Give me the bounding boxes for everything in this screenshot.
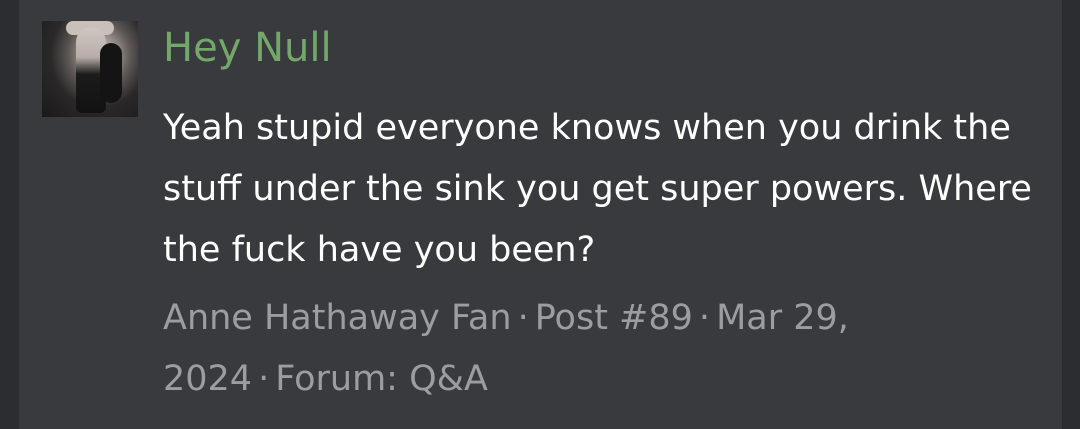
meta-user-link[interactable]: Anne Hathaway Fan <box>163 298 512 338</box>
meta-separator: · <box>517 298 529 338</box>
meta-forum-link[interactable]: Forum: Q&A <box>275 359 488 399</box>
avatar-image-hair <box>100 43 122 103</box>
meta-separator: · <box>698 298 711 338</box>
post-body: Yeah stupid everyone knows when you drin… <box>163 108 1032 270</box>
meta-separator: · <box>258 359 270 399</box>
post-title[interactable]: Hey Null <box>163 22 332 74</box>
post-meta: Anne Hathaway Fan · Post #89 · Mar 29, 2024 ·… <box>163 288 1043 410</box>
user-avatar[interactable] <box>42 21 138 117</box>
meta-post-number[interactable]: Post #89 <box>535 298 693 338</box>
